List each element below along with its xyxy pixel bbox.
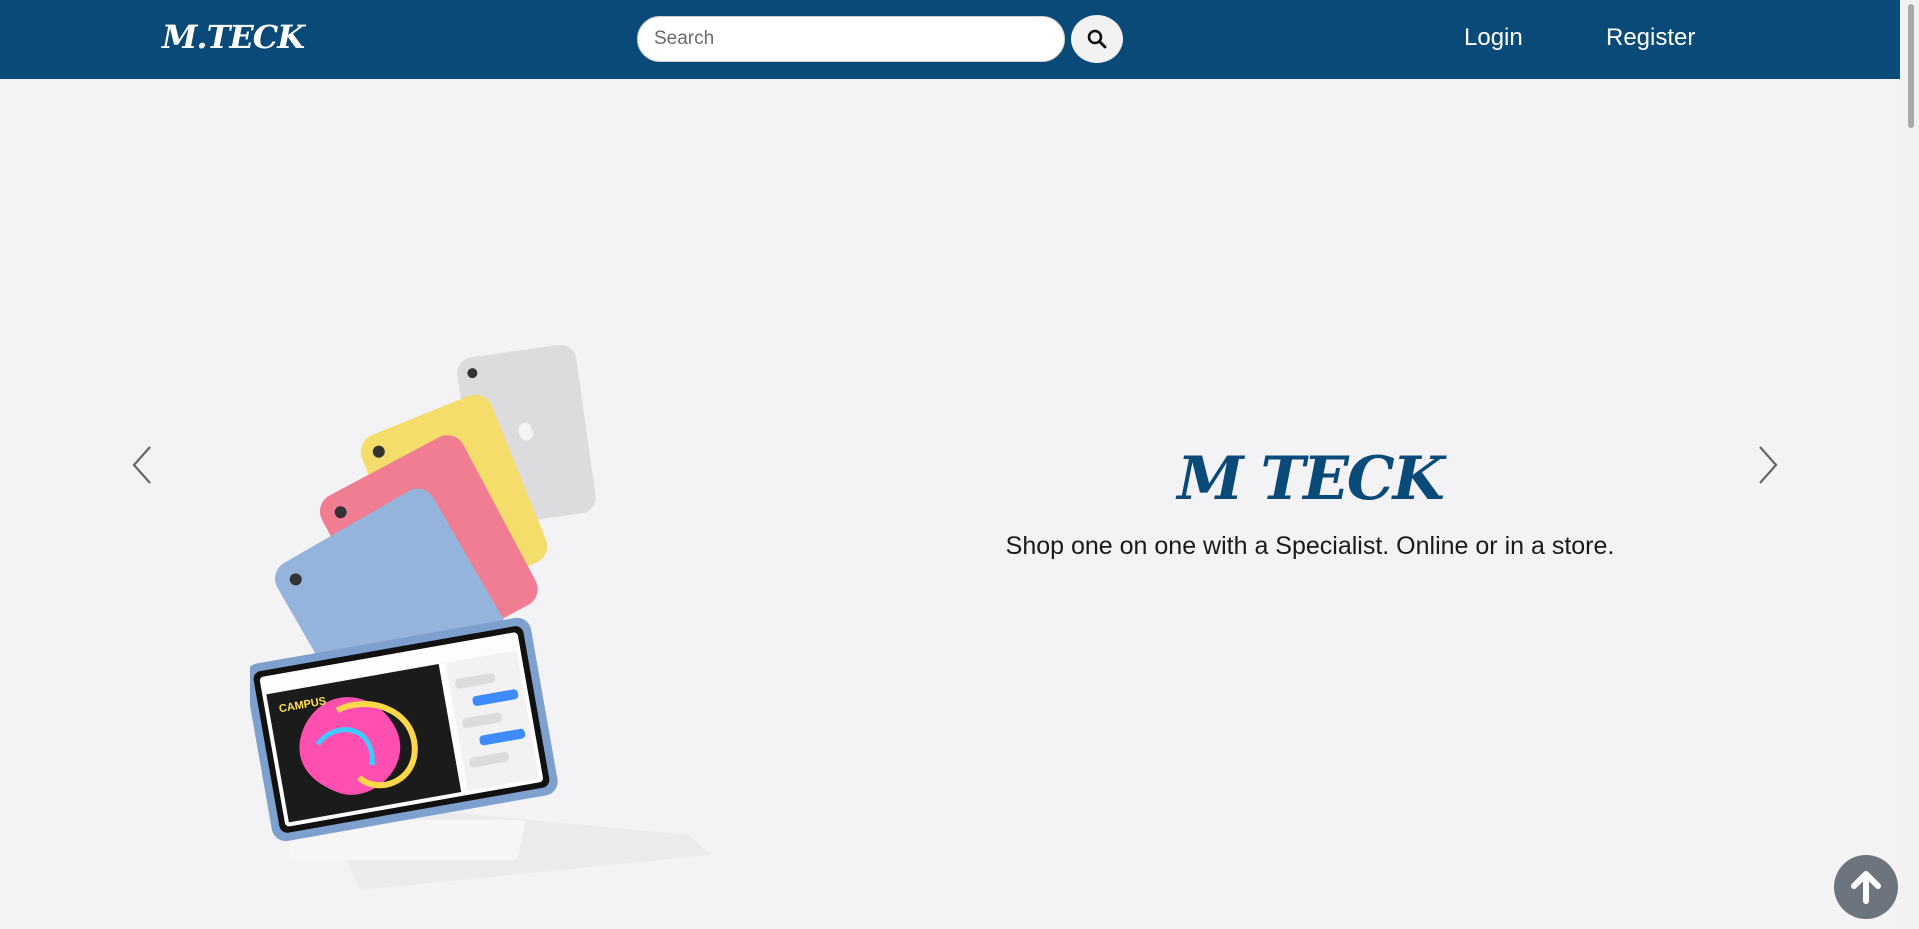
back-to-top-button[interactable]: [1834, 855, 1898, 919]
carousel-prev-button[interactable]: [124, 440, 164, 490]
search-icon: [1087, 29, 1107, 49]
hero-title: M TECK: [1177, 444, 1445, 514]
hero-subtitle: Shop one on one with a Specialist. Onlin…: [1005, 532, 1615, 560]
arrow-up-icon: [1851, 871, 1881, 904]
carousel-next-button[interactable]: [1746, 440, 1786, 490]
top-navbar: M.TECK Login Register: [0, 0, 1900, 79]
search-button[interactable]: [1071, 15, 1123, 63]
scrollbar-thumb[interactable]: [1908, 4, 1914, 128]
search-input[interactable]: [637, 16, 1065, 62]
brand-logo[interactable]: M.TECK: [162, 18, 305, 56]
ipad-lineup-image: CAMPUS: [250, 344, 710, 890]
page-scrollbar[interactable]: [1900, 0, 1919, 929]
chevron-left-icon: [132, 446, 151, 484]
register-link[interactable]: Register: [1606, 24, 1695, 52]
chevron-right-icon: [1759, 446, 1778, 484]
login-link[interactable]: Login: [1464, 24, 1523, 52]
